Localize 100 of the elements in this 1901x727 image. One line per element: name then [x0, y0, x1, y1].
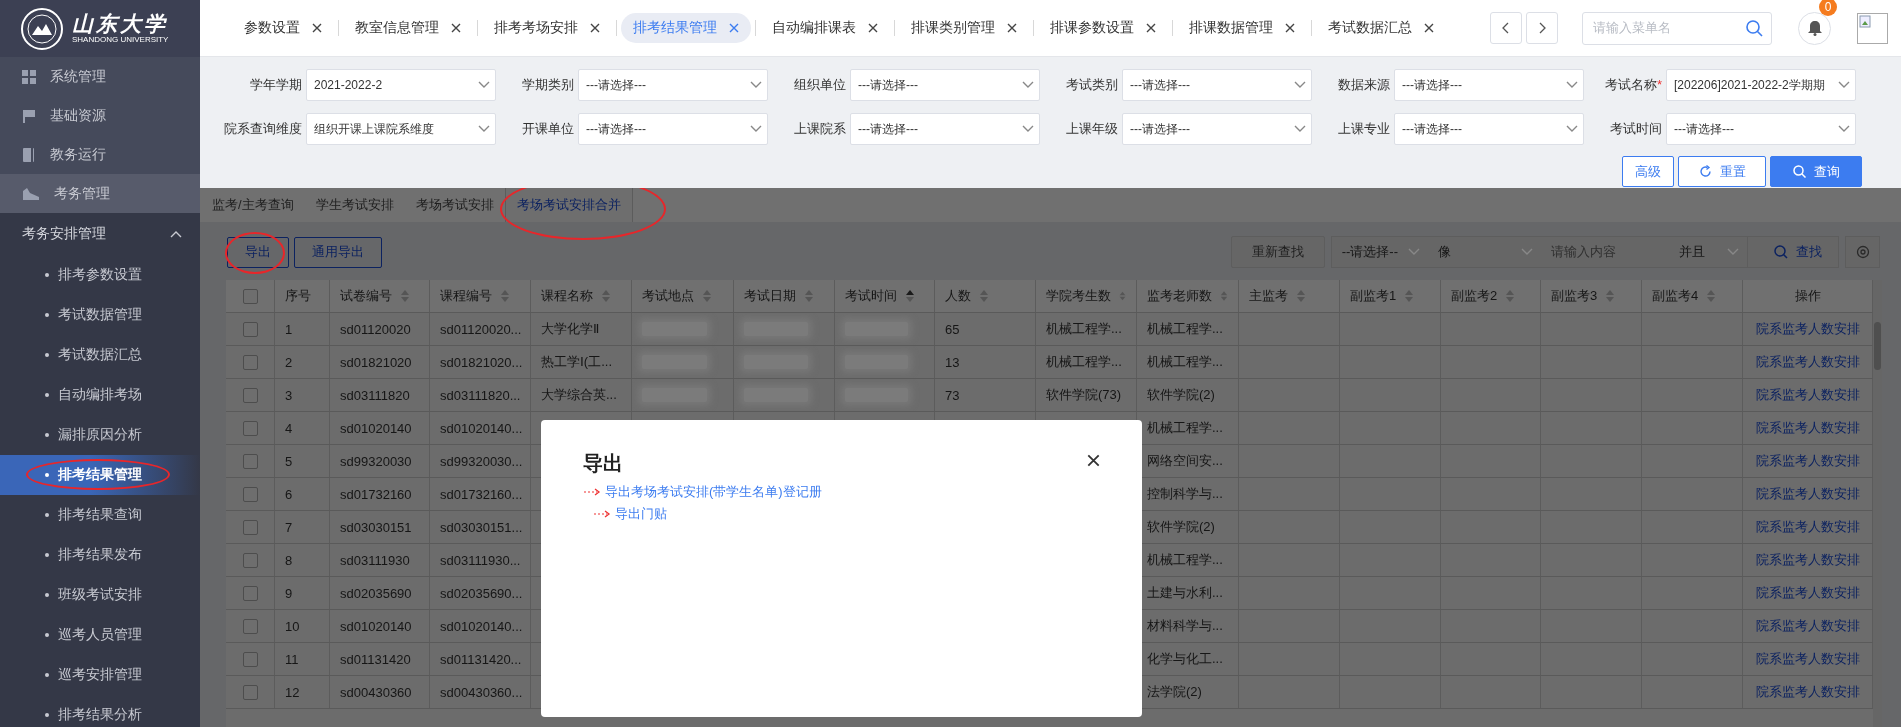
- sort-icon[interactable]: [400, 289, 410, 303]
- sort-icon[interactable]: [601, 289, 611, 303]
- select-field[interactable]: ---请选择---: [850, 69, 1040, 101]
- action-link[interactable]: 院系监考人数安排: [1755, 353, 1860, 371]
- menu-group[interactable]: 考务安排管理: [0, 213, 200, 255]
- submenu-item[interactable]: 自动编排考场: [0, 375, 200, 415]
- close-icon[interactable]: [1285, 23, 1295, 33]
- close-icon[interactable]: [590, 23, 600, 33]
- sort-icon[interactable]: [1119, 289, 1126, 303]
- sort-icon[interactable]: [500, 289, 510, 303]
- tab[interactable]: 参数设置: [232, 13, 334, 43]
- action-link[interactable]: 院系监考人数安排: [1755, 683, 1860, 701]
- checkbox[interactable]: [242, 684, 258, 700]
- select-field[interactable]: ---请选择---: [1122, 113, 1312, 145]
- action-link[interactable]: 院系监考人数安排: [1755, 386, 1860, 404]
- submenu-item[interactable]: 考试数据管理: [0, 295, 200, 335]
- checkbox[interactable]: [242, 618, 258, 634]
- menu-item[interactable]: 系统管理: [0, 57, 200, 96]
- submenu-item[interactable]: 排考结果分析: [0, 695, 200, 727]
- action-link[interactable]: 院系监考人数安排: [1755, 650, 1860, 668]
- query-button[interactable]: 查询: [1770, 156, 1862, 187]
- previous-button[interactable]: [1490, 12, 1522, 44]
- tab[interactable]: 自动编排课表: [760, 13, 890, 43]
- tab[interactable]: 排考结果管理: [621, 13, 751, 43]
- close-icon[interactable]: [312, 23, 322, 33]
- advanced-button[interactable]: 高级: [1622, 156, 1674, 187]
- search-icon[interactable]: [1746, 19, 1763, 37]
- action-link[interactable]: 院系监考人数安排: [1755, 485, 1860, 503]
- sort-icon[interactable]: [1505, 289, 1516, 303]
- submenu-item[interactable]: 排考参数设置: [0, 255, 200, 295]
- close-icon[interactable]: [1146, 23, 1156, 33]
- close-icon[interactable]: [868, 23, 878, 33]
- action-link[interactable]: 院系监考人数安排: [1755, 518, 1860, 536]
- tab[interactable]: 教室信息管理: [343, 13, 473, 43]
- select-field[interactable]: ---请选择---: [578, 113, 768, 145]
- checkbox[interactable]: [242, 552, 258, 568]
- submenu-item[interactable]: 巡考人员管理: [0, 615, 200, 655]
- select-field[interactable]: ---请选择---: [1666, 113, 1856, 145]
- select-field[interactable]: 组织开课上课院系维度: [306, 113, 496, 145]
- checkbox[interactable]: [242, 387, 258, 403]
- submenu-item[interactable]: 漏排原因分析: [0, 415, 200, 455]
- refind-button[interactable]: 重新查找: [1230, 236, 1325, 268]
- select-field[interactable]: ---请选择---: [1394, 69, 1584, 101]
- submenu-item[interactable]: 考试数据汇总: [0, 335, 200, 375]
- reset-button[interactable]: 重置: [1678, 156, 1766, 187]
- tab[interactable]: 排课参数设置: [1038, 13, 1168, 43]
- select-field[interactable]: [202206]2021-2022-2学期期: [1666, 69, 1856, 101]
- checkbox[interactable]: [242, 585, 258, 601]
- subtab[interactable]: 考场考试安排合并: [504, 188, 633, 222]
- action-link[interactable]: 院系监考人数安排: [1755, 419, 1860, 437]
- submenu-item[interactable]: 排考结果查询: [0, 495, 200, 535]
- subtab[interactable]: 监考/主考查询: [201, 188, 305, 222]
- action-link[interactable]: 院系监考人数安排: [1755, 584, 1860, 602]
- checkbox[interactable]: [242, 288, 258, 304]
- tab[interactable]: 考试数据汇总: [1316, 13, 1446, 43]
- close-icon[interactable]: [1007, 23, 1017, 33]
- export-link[interactable]: 导出门贴: [615, 505, 667, 523]
- sort-icon[interactable]: [702, 289, 712, 303]
- sort-icon[interactable]: [1404, 289, 1415, 303]
- sort-icon[interactable]: [1220, 289, 1228, 303]
- sort-icon[interactable]: [979, 289, 989, 303]
- sort-icon[interactable]: [1706, 289, 1717, 303]
- submenu-item[interactable]: 排考结果管理: [0, 455, 200, 495]
- checkbox[interactable]: [242, 420, 258, 436]
- sort-icon[interactable]: [804, 289, 814, 303]
- select-field[interactable]: ---请选择---: [850, 113, 1040, 145]
- select-field[interactable]: ---请选择---: [1122, 69, 1312, 101]
- submenu-item[interactable]: 班级考试安排: [0, 575, 200, 615]
- submenu-item[interactable]: 排考结果发布: [0, 535, 200, 575]
- export-link[interactable]: 导出考场考试安排(带学生名单)登记册: [605, 483, 822, 501]
- close-icon[interactable]: [451, 23, 461, 33]
- select-field[interactable]: ---请选择---: [578, 69, 768, 101]
- subtab[interactable]: 学生考试安排: [304, 188, 405, 222]
- menu-item[interactable]: 基础资源: [0, 96, 200, 135]
- close-icon[interactable]: [1424, 23, 1434, 33]
- action-link[interactable]: 院系监考人数安排: [1755, 452, 1860, 470]
- checkbox[interactable]: [242, 321, 258, 337]
- checkbox[interactable]: [242, 354, 258, 370]
- sort-icon[interactable]: [1296, 289, 1306, 303]
- close-icon[interactable]: [1087, 454, 1100, 467]
- subtab[interactable]: 考场考试安排: [404, 188, 505, 222]
- tab[interactable]: 排考考场安排: [482, 13, 612, 43]
- scrollbar[interactable]: [1874, 322, 1881, 370]
- action-link[interactable]: 院系监考人数安排: [1755, 617, 1860, 635]
- settings-button[interactable]: [1845, 236, 1880, 268]
- sort-icon[interactable]: [905, 289, 915, 303]
- menu-item[interactable]: 教务运行: [0, 135, 200, 174]
- tab[interactable]: 排课类别管理: [899, 13, 1029, 43]
- tab[interactable]: 排课数据管理: [1177, 13, 1307, 43]
- checkbox[interactable]: [242, 453, 258, 469]
- menu-item[interactable]: 考务管理: [0, 174, 200, 213]
- sort-icon[interactable]: [1605, 289, 1616, 303]
- submenu-item[interactable]: 巡考安排管理: [0, 655, 200, 695]
- next-button[interactable]: [1526, 12, 1558, 44]
- action-link[interactable]: 院系监考人数安排: [1755, 320, 1860, 338]
- select-field[interactable]: ---请选择---: [1394, 113, 1584, 145]
- select-field[interactable]: 2021-2022-2: [306, 69, 496, 101]
- checkbox[interactable]: [242, 519, 258, 535]
- checkbox[interactable]: [242, 486, 258, 502]
- action-link[interactable]: 院系监考人数安排: [1755, 551, 1860, 569]
